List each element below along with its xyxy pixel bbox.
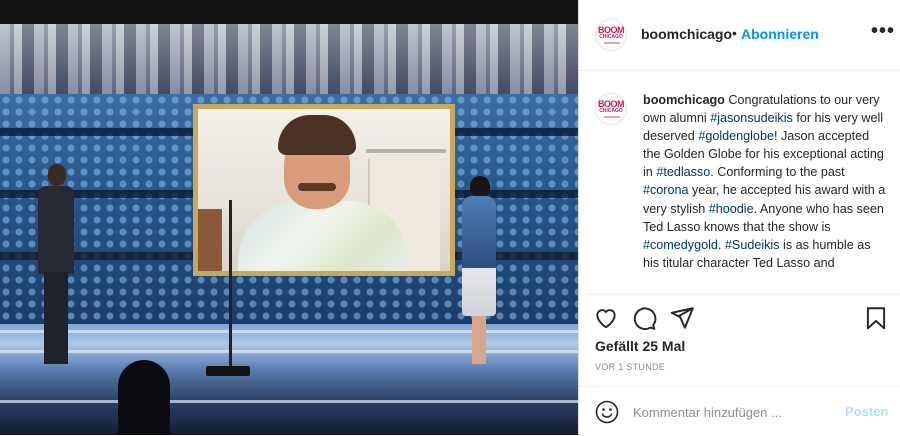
bookmark-icon[interactable] [863,305,889,331]
instagram-post: BOOM CHICAGO boomchicago • Abonnieren ••… [0,0,900,435]
post-timestamp[interactable]: VOR 1 STUNDE [595,362,665,372]
follow-button[interactable]: Abonnieren [741,26,819,42]
avatar-logo-subtext: CHICAGO [599,34,623,40]
caption-username[interactable]: boomchicago [643,93,725,107]
hashtag-link[interactable]: #comedygold [643,238,718,252]
heart-icon[interactable] [593,305,619,331]
action-bar [579,294,900,335]
more-options-icon[interactable]: ••• [871,20,895,43]
microphone-base [206,366,250,376]
caption-text: Congratulations to our very own alumni #… [643,93,885,270]
separator-dot: • [732,25,737,41]
post-image[interactable] [0,0,578,435]
post-caption: boomchicago Congratulations to our very … [643,91,889,272]
comments-area[interactable]: BOOM CHICAGO boomchicago Congratulations… [579,71,900,293]
comment-bubble-icon[interactable] [631,305,657,331]
presenter-left [34,164,74,364]
avatar-logo-subtext: CHICAGO [599,108,623,114]
caption-text-segment: . [717,237,725,252]
post-sidebar: BOOM CHICAGO boomchicago • Abonnieren ••… [578,0,900,435]
paper-plane-icon[interactable] [669,305,695,331]
avatar[interactable]: BOOM CHICAGO [595,19,627,51]
presenter-right [458,176,498,366]
stage-light-panels [0,24,578,94]
comment-input[interactable] [633,400,833,424]
hashtag-link[interactable]: #hoodie [709,202,754,216]
caption-text-segment: . Conforming to the past [710,165,845,180]
audience-silhouette [118,360,170,435]
caption-avatar[interactable]: BOOM CHICAGO [595,93,627,125]
hoodie [238,201,408,271]
hashtag-link[interactable]: #tedlasso [656,165,710,179]
hashtag-link[interactable]: #jasonsudeikis [710,111,793,125]
comment-composer: Posten [579,386,900,436]
post-header: BOOM CHICAGO boomchicago • Abonnieren ••… [579,0,900,71]
microphone-stand [229,200,232,368]
hashtag-link[interactable]: #corona [643,183,689,197]
post-comment-button[interactable]: Posten [845,404,888,419]
smiley-icon[interactable] [595,400,619,424]
floor-light-line [0,400,578,403]
header-username[interactable]: boomchicago [641,26,732,42]
hashtag-link[interactable]: #Sudeikis [725,238,780,252]
hashtag-link[interactable]: #goldenglobe [698,129,774,143]
video-screen [198,109,450,271]
likes-count[interactable]: Gefällt 25 Mal [595,338,685,354]
